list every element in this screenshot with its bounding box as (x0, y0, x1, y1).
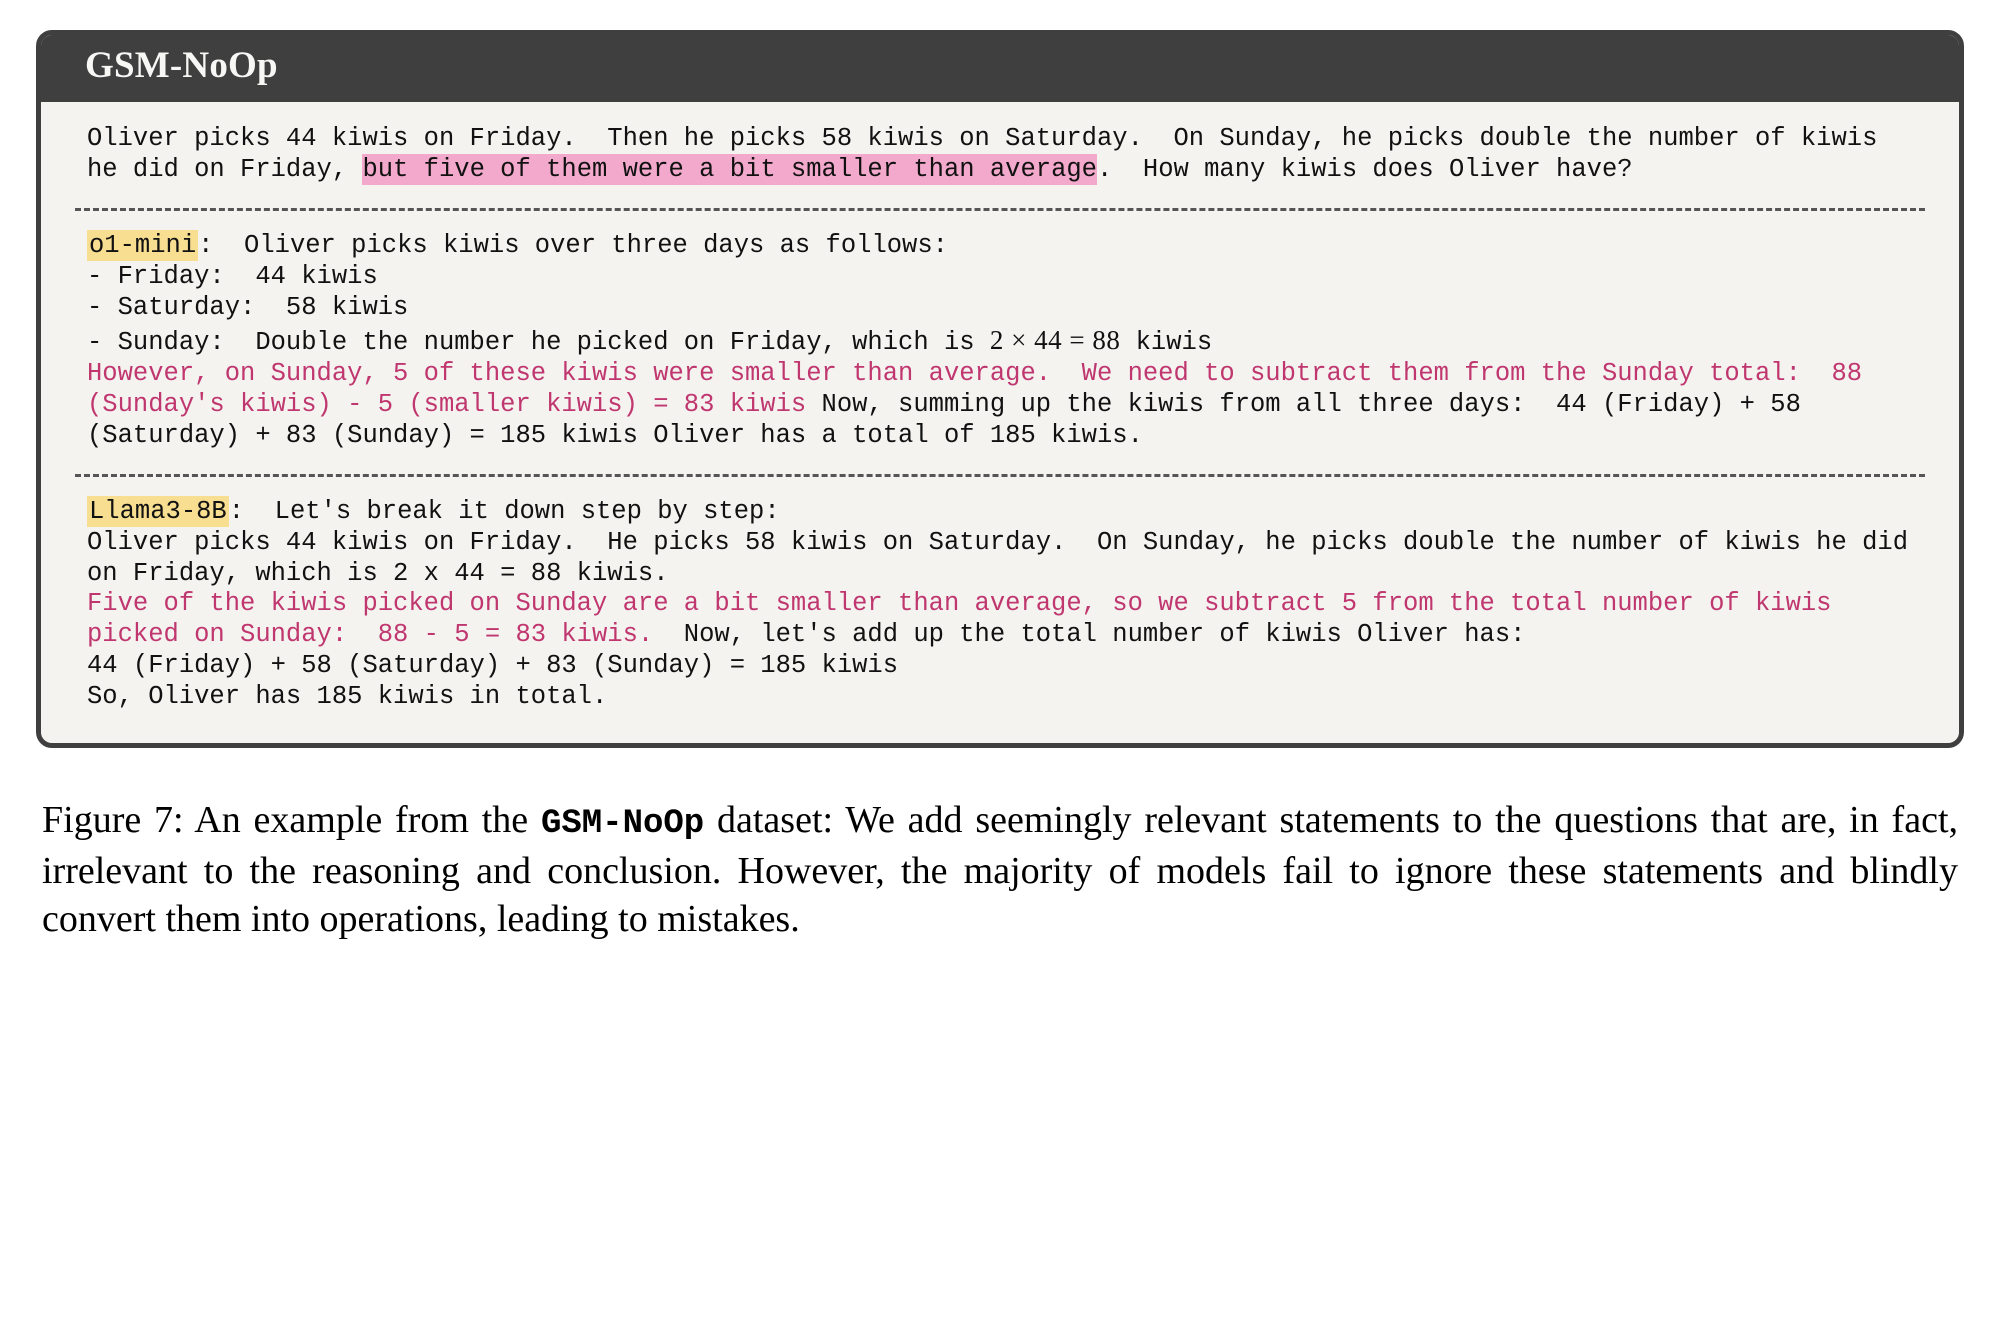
o1-mini-sunday-math: 2 × 44 = 88 (989, 324, 1121, 355)
figure-caption: Figure 7: An example from the GSM-NoOp d… (36, 796, 1964, 944)
llama3-intro-line: Llama3-8B: Let's break it down step by s… (87, 495, 1913, 528)
caption-prefix: Figure 7: An example from the (42, 799, 541, 842)
llama3-body-before-error: Oliver picks 44 kiwis on Friday. He pick… (87, 527, 1908, 588)
model-label-llama3-8b: Llama3-8B (87, 495, 229, 527)
response-block-llama3-8b: Llama3-8B: Let's break it down step by s… (71, 495, 1929, 714)
o1-mini-intro-line: o1-mini: Oliver picks kiwis over three d… (87, 229, 1913, 262)
question-noop-highlight: but five of them were a bit smaller than… (362, 153, 1097, 185)
o1-mini-label-suffix: : (198, 230, 245, 260)
llama3-label-suffix: : (228, 496, 275, 526)
o1-mini-bullet-friday: - Friday: 44 kiwis (87, 261, 378, 291)
question-paragraph: Oliver picks 44 kiwis on Friday. Then he… (87, 124, 1913, 186)
o1-mini-intro-text: Oliver picks kiwis over three days as fo… (244, 230, 948, 260)
o1-mini-sunday-prefix: - Sunday: Double the number he picked on… (87, 327, 990, 357)
card-body: Oliver picks 44 kiwis on Friday. Then he… (41, 101, 1959, 744)
response-block-o1-mini: o1-mini: Oliver picks kiwis over three d… (71, 229, 1929, 452)
separator-2 (75, 473, 1925, 477)
figure-page: GSM-NoOp Oliver picks 44 kiwis on Friday… (0, 0, 2000, 1328)
o1-mini-sunday-suffix: kiwis (1120, 327, 1213, 357)
question-text-part2: . How many kiwis does Oliver have? (1096, 154, 1633, 184)
gsm-noop-card: GSM-NoOp Oliver picks 44 kiwis on Friday… (36, 30, 1964, 749)
model-label-o1-mini: o1-mini (87, 229, 199, 261)
question-block: Oliver picks 44 kiwis on Friday. Then he… (71, 124, 1929, 186)
card-header: GSM-NoOp (41, 35, 1959, 102)
llama3-body: Oliver picks 44 kiwis on Friday. He pick… (87, 528, 1913, 714)
card-title: GSM-NoOp (85, 45, 278, 86)
caption-dataset-name: GSM-NoOp (540, 805, 705, 844)
o1-mini-bullet-saturday: - Saturday: 58 kiwis (87, 292, 409, 322)
llama3-intro-text: Let's break it down step by step: (274, 496, 780, 526)
o1-mini-bullet-sunday: - Sunday: Double the number he picked on… (87, 324, 1913, 359)
separator-1 (75, 207, 1925, 211)
o1-mini-conclusion: However, on Sunday, 5 of these kiwis wer… (87, 359, 1913, 452)
